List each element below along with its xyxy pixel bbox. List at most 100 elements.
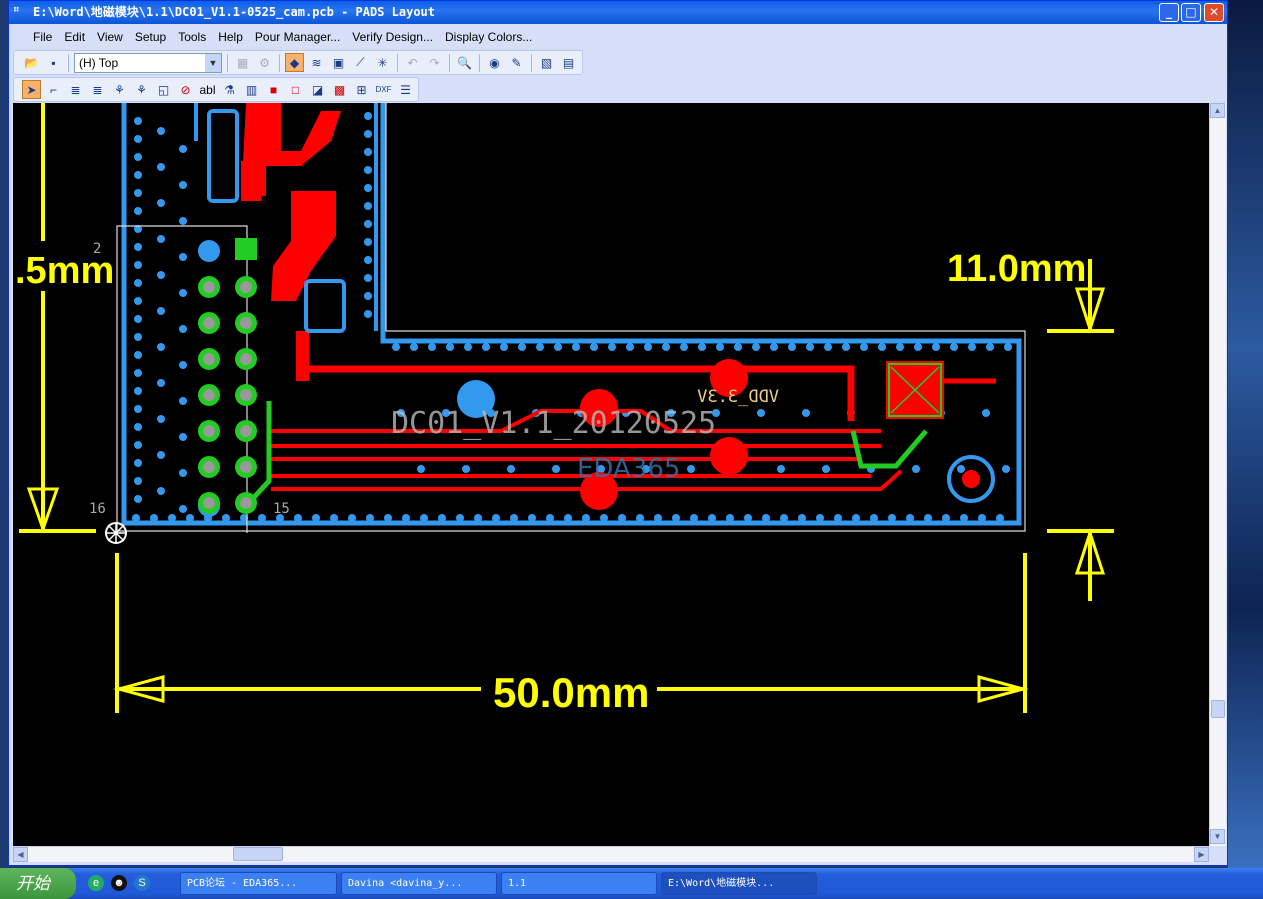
- menu-pour-manager[interactable]: Pour Manager...: [249, 30, 346, 44]
- via: [662, 343, 670, 351]
- task-label: E:\Word\地磁模块...: [668, 878, 775, 889]
- select-arrow-icon[interactable]: ➤: [22, 80, 41, 99]
- via: [179, 469, 187, 477]
- chevron-down-icon[interactable]: ▼: [205, 53, 221, 72]
- standard-toolbar: 📂 ▪ (H) Top ▼ ▦ ⚙ ◆ ≋ ▣ ⟋ ✳ ↶ ↷ 🔍 ◉ ✎ ▧ ▤: [13, 50, 583, 75]
- vertical-scrollbar[interactable]: ▲ ▼: [1209, 103, 1226, 846]
- from-library-icon[interactable]: ⊞: [352, 80, 371, 99]
- maximize-button[interactable]: □: [1181, 3, 1201, 22]
- horizontal-scrollbar[interactable]: ◀ ▶: [13, 846, 1209, 862]
- menu-tools[interactable]: Tools: [172, 30, 212, 44]
- menu-edit[interactable]: Edit: [58, 30, 91, 44]
- via: [134, 117, 142, 125]
- scroll-up-icon[interactable]: ▲: [1210, 103, 1225, 118]
- horizontal-scroll-thumb[interactable]: [233, 847, 283, 861]
- design-toolbar-icon[interactable]: ◆: [285, 53, 304, 72]
- add-part-icon[interactable]: ◪: [308, 80, 327, 99]
- list-icon[interactable]: ☰: [396, 80, 415, 99]
- 2d-line-icon[interactable]: ◱: [154, 80, 173, 99]
- qq-icon[interactable]: ☻: [111, 875, 127, 891]
- task-pcb-forum[interactable]: PCB论坛 - EDA365...: [180, 872, 337, 895]
- no-entry-icon[interactable]: ⊘: [176, 80, 195, 99]
- layer-select[interactable]: (H) Top ▼: [74, 52, 222, 73]
- task-davina[interactable]: Davina <davina_y...: [341, 872, 497, 895]
- plane-cutout-icon[interactable]: □: [286, 80, 305, 99]
- via: [179, 433, 187, 441]
- via: [179, 145, 187, 153]
- open-icon[interactable]: 📂: [22, 53, 41, 72]
- via: [968, 343, 976, 351]
- auto-dimension-icon[interactable]: ▩: [330, 80, 349, 99]
- sogou-icon[interactable]: S: [134, 875, 150, 891]
- pcb-canvas[interactable]: DC01_V1.1_20120525 VDD_3.3V EDA365 16 15…: [13, 103, 1209, 846]
- via: [364, 238, 372, 246]
- via: [417, 465, 425, 473]
- via: [618, 514, 626, 522]
- redraw-brush-icon[interactable]: ✎: [507, 53, 526, 72]
- close-button[interactable]: ✕: [1204, 3, 1224, 22]
- menu-view[interactable]: View: [91, 30, 129, 44]
- dimension-icon[interactable]: ▣: [329, 53, 348, 72]
- via: [157, 127, 165, 135]
- via: [462, 465, 470, 473]
- task-pads[interactable]: E:\Word\地磁模块...: [661, 872, 817, 895]
- via: [134, 477, 142, 485]
- via: [822, 465, 830, 473]
- minimize-button[interactable]: _: [1159, 3, 1179, 22]
- via: [708, 514, 716, 522]
- via: [564, 514, 572, 522]
- via: [258, 514, 266, 522]
- via: [179, 253, 187, 261]
- library-icon[interactable]: ▥: [242, 80, 261, 99]
- via: [780, 514, 788, 522]
- via: [179, 217, 187, 225]
- drafting-icon[interactable]: ≋: [307, 53, 326, 72]
- via: [464, 343, 472, 351]
- scroll-down-icon[interactable]: ▼: [1210, 829, 1225, 844]
- board-outline-icon[interactable]: ⌐: [44, 80, 63, 99]
- output-window-icon[interactable]: ▧: [537, 53, 556, 72]
- copper-icon[interactable]: ≣: [66, 80, 85, 99]
- scroll-right-icon[interactable]: ▶: [1194, 847, 1209, 862]
- keepout-icon[interactable]: ⚘: [110, 80, 129, 99]
- hatch-icon[interactable]: ⚘: [132, 80, 151, 99]
- save-icon[interactable]: ▪: [44, 53, 63, 72]
- window-title: E:\Word\地磁模块\1.1\DC01_V1.1-0525_cam.pcb …: [33, 5, 436, 19]
- menu-verify-design[interactable]: Verify Design...: [346, 30, 439, 44]
- vertical-scroll-thumb[interactable]: [1211, 700, 1225, 718]
- via: [914, 343, 922, 351]
- redo-icon: ↷: [429, 55, 440, 70]
- task-folder[interactable]: 1.1: [501, 872, 657, 895]
- via: [364, 148, 372, 156]
- via: [507, 465, 515, 473]
- via: [806, 343, 814, 351]
- ie-icon[interactable]: e: [88, 875, 104, 891]
- route-icon[interactable]: ⟋: [351, 53, 370, 72]
- copper-cutout-icon[interactable]: ≣: [88, 80, 107, 99]
- plane-area-icon[interactable]: ■: [264, 80, 283, 99]
- text-icon[interactable]: abl: [198, 80, 217, 99]
- dxf-icon[interactable]: DXF: [374, 80, 393, 99]
- pour-icon[interactable]: ⚗: [220, 80, 239, 99]
- menu-setup[interactable]: Setup: [129, 30, 172, 44]
- silk-version: DC01_V1.1_20120525: [391, 406, 716, 441]
- via: [510, 514, 518, 522]
- menu-help[interactable]: Help: [212, 30, 249, 44]
- menu-display-colors[interactable]: Display Colors...: [439, 30, 538, 44]
- scroll-left-icon[interactable]: ◀: [13, 847, 28, 862]
- via: [752, 343, 760, 351]
- via: [157, 235, 165, 243]
- via: [134, 279, 142, 287]
- via: [364, 130, 372, 138]
- project-explorer-icon[interactable]: ▤: [559, 53, 578, 72]
- via: [636, 514, 644, 522]
- view-icon[interactable]: ◉: [485, 53, 504, 72]
- zoom-icon[interactable]: 🔍: [455, 53, 474, 72]
- via: [528, 514, 536, 522]
- connector-pins: [198, 276, 257, 514]
- menu-file[interactable]: File: [27, 30, 58, 44]
- start-button[interactable]: 开始: [0, 868, 76, 899]
- via: [157, 163, 165, 171]
- cluster-icon[interactable]: ✳: [373, 53, 392, 72]
- via: [932, 343, 940, 351]
